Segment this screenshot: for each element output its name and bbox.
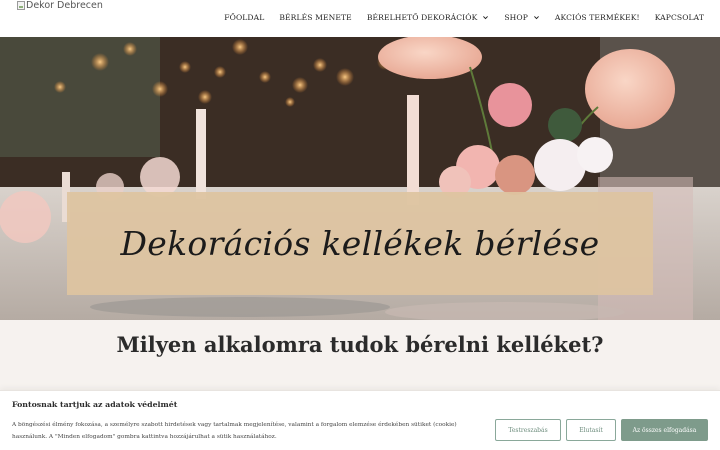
accept-all-cookies-button[interactable]: Az összes elfogadása (621, 419, 708, 441)
nav-label: BÉRLÉS MENETE (279, 13, 352, 22)
broken-image-icon (17, 1, 25, 10)
reject-cookies-button[interactable]: Elutasít (566, 419, 616, 441)
site-logo[interactable]: Dekor Debrecen (17, 0, 103, 11)
site-header: Dekor Debrecen FŐOLDAL BÉRLÉS MENETE BÉR… (0, 0, 720, 37)
nav-item-berelheto-dekoraciok[interactable]: BÉRELHETŐ DEKORÁCIÓK (367, 13, 490, 22)
hero-title: Dekorációs kellékek bérlése (120, 224, 600, 263)
chevron-down-icon (483, 16, 489, 20)
nav-item-fooldal[interactable]: FŐOLDAL (224, 13, 264, 22)
nav-label: BÉRELHETŐ DEKORÁCIÓK (366, 13, 478, 22)
logo-alt-text: Dekor Debrecen (26, 0, 103, 11)
nav-item-kapcsolat[interactable]: KAPCSOLAT (655, 13, 704, 22)
nav-item-shop[interactable]: SHOP (504, 13, 540, 22)
nav-item-akcios-termekek[interactable]: AKCIÓS TERMÉKEK! (555, 13, 640, 22)
main-nav: FŐOLDAL BÉRLÉS MENETE BÉRELHETŐ DEKORÁCI… (224, 13, 704, 22)
hero-section: Dekorációs kellékek bérlése (0, 37, 720, 320)
nav-label: FŐOLDAL (224, 13, 265, 22)
occasions-section: Milyen alkalomra tudok bérelni kelléket? (0, 320, 720, 390)
cookie-consent-banner: Fontosnak tartjuk az adatok védelmét A b… (0, 390, 720, 450)
hero-title-banner: Dekorációs kellékek bérlése (67, 192, 653, 295)
chevron-down-icon (534, 16, 539, 20)
cookie-title: Fontosnak tartjuk az adatok védelmét (12, 400, 178, 409)
section-title: Milyen alkalomra tudok bérelni kelléket? (116, 332, 604, 357)
cookie-description: A böngészési élmény fokozása, a személyr… (12, 422, 457, 440)
nav-label: AKCIÓS TERMÉKEK! (554, 13, 640, 22)
customize-cookies-button[interactable]: Testreszabás (495, 419, 561, 441)
nav-label: KAPCSOLAT (654, 13, 704, 22)
nav-item-berles-menete[interactable]: BÉRLÉS MENETE (279, 13, 351, 22)
nav-label: SHOP (504, 13, 528, 22)
